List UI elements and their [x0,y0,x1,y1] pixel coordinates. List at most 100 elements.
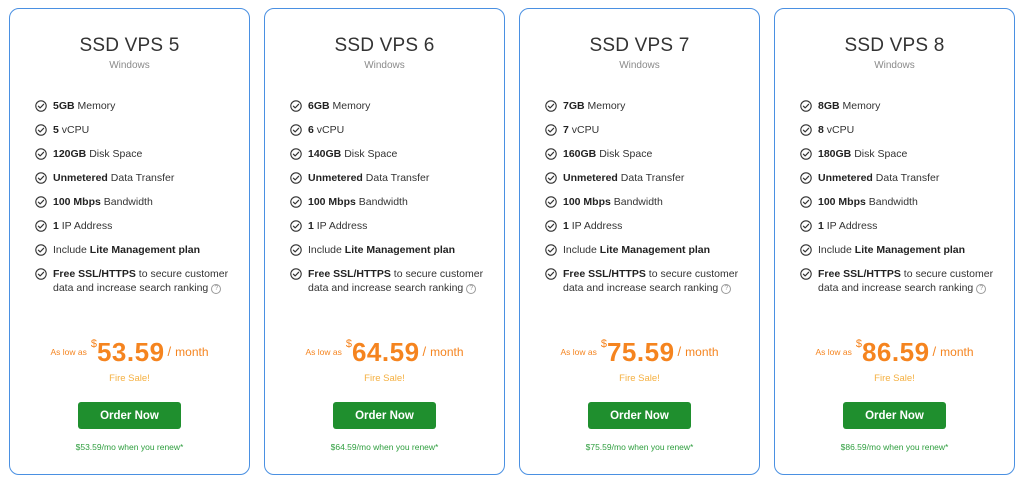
pricing-plans: SSD VPS 5 Windows 5GB Memory 5 vCPU 120GB Di… [0,0,1024,482]
feature-text: Memory [839,100,881,112]
feature-text: Data Transfer [107,172,175,184]
feature-text: Bandwidth [100,196,153,208]
order-now-button[interactable]: Order Now [588,402,691,429]
check-circle-icon [800,148,812,160]
order-now-button[interactable]: Order Now [333,402,436,429]
price-separator: / [422,344,427,359]
feature-highlight: Lite Management plan [344,244,456,256]
feature-highlight: 180GB [818,148,852,160]
feature-highlight: Lite Management plan [89,244,201,256]
feature-text: Disk Space [341,148,398,160]
feature-item: Unmetered Data Transfer [290,171,490,195]
feature-item: 100 Mbps Bandwidth [545,195,745,219]
check-circle-icon [290,244,302,256]
check-circle-icon [545,268,557,280]
plan-os: Windows [364,60,405,71]
feature-highlight: Unmetered [563,172,618,184]
price-period: month [175,345,209,359]
price-amount: 86.59 [861,337,930,367]
feature-list: 6GB Memory 6 vCPU 140GB Disk Space Unmetere… [290,99,490,303]
feature-item: 1 IP Address [290,219,490,243]
feature-item: 120GB Disk Space [35,147,235,171]
feature-text: Bandwidth [355,196,408,208]
feature-text: Memory [74,100,116,112]
feature-text: Data Transfer [617,172,685,184]
feature-item: Include Lite Management plan [290,243,490,267]
feature-item: 100 Mbps Bandwidth [35,195,235,219]
question-circle-icon[interactable]: ? [721,284,732,294]
feature-item: Include Lite Management plan [800,243,1000,267]
check-circle-icon [35,148,47,160]
check-circle-icon [800,100,812,112]
feature-text: vCPU [568,124,600,136]
price: As low as$86.59/month [775,337,1014,368]
feature-item: 1 IP Address [35,219,235,243]
feature-item: Free SSL/HTTPS to secure customer data a… [800,267,1000,303]
feature-list: 5GB Memory 5 vCPU 120GB Disk Space Unmetere… [35,99,235,303]
feature-text: Bandwidth [610,196,663,208]
feature-highlight: Unmetered [818,172,873,184]
check-circle-icon [35,244,47,256]
feature-item: 7GB Memory [545,99,745,123]
check-circle-icon [35,124,47,136]
as-low-as-label: As low as [560,347,597,357]
check-circle-icon [290,172,302,184]
feature-highlight: 100 Mbps [563,196,611,208]
price: As low as$75.59/month [520,337,759,368]
price-separator: / [932,344,937,359]
check-circle-icon [800,196,812,208]
feature-highlight: Lite Management plan [854,244,966,256]
renewal-price: $53.59/mo when you renew* [75,442,184,452]
feature-item: Include Lite Management plan [35,243,235,267]
feature-text: IP Address [313,220,368,232]
price: As low as$64.59/month [265,337,504,368]
order-now-button[interactable]: Order Now [843,402,946,429]
feature-item: Include Lite Management plan [545,243,745,267]
sale-badge: Fire Sale! [109,373,150,384]
question-circle-icon[interactable]: ? [466,284,477,294]
check-circle-icon [35,100,47,112]
feature-item: 5 vCPU [35,123,235,147]
order-now-button[interactable]: Order Now [78,402,181,429]
feature-prefix: Include [563,244,600,256]
feature-text: vCPU [58,124,90,136]
feature-text: vCPU [823,124,855,136]
feature-prefix: Include [818,244,855,256]
plan-title: SSD VPS 6 [334,35,435,56]
plan-os: Windows [874,60,915,71]
feature-item: Free SSL/HTTPS to secure customer data a… [35,267,235,303]
feature-item: Unmetered Data Transfer [800,171,1000,195]
feature-text: Disk Space [851,148,908,160]
feature-text: Data Transfer [872,172,940,184]
sale-badge: Fire Sale! [874,373,915,384]
question-circle-icon[interactable]: ? [976,284,987,294]
plan-title: SSD VPS 5 [79,35,180,56]
sale-badge: Fire Sale! [364,373,405,384]
feature-item: 8GB Memory [800,99,1000,123]
question-circle-icon[interactable]: ? [211,284,222,294]
price-separator: / [167,344,172,359]
feature-list: 7GB Memory 7 vCPU 160GB Disk Space Unmetere… [545,99,745,303]
check-circle-icon [290,124,302,136]
as-low-as-label: As low as [815,347,852,357]
feature-highlight: Unmetered [308,172,363,184]
feature-item: 180GB Disk Space [800,147,1000,171]
feature-prefix: Include [53,244,90,256]
check-circle-icon [545,244,557,256]
feature-highlight: 5GB [53,100,75,112]
feature-item: 6 vCPU [290,123,490,147]
feature-item: 1 IP Address [800,219,1000,243]
plan-card: SSD VPS 8 Windows 8GB Memory 8 vCPU 180GB Di… [774,8,1015,475]
feature-text: Disk Space [86,148,143,160]
feature-text: Memory [329,100,371,112]
feature-highlight: Lite Management plan [599,244,711,256]
price-amount: 75.59 [606,337,675,367]
feature-text: IP Address [568,220,623,232]
renewal-price: $64.59/mo when you renew* [330,442,439,452]
feature-text: vCPU [313,124,345,136]
renewal-price: $86.59/mo when you renew* [840,442,949,452]
feature-item: 5GB Memory [35,99,235,123]
feature-text: Memory [584,100,626,112]
feature-prefix: Include [308,244,345,256]
feature-highlight: 120GB [53,148,87,160]
